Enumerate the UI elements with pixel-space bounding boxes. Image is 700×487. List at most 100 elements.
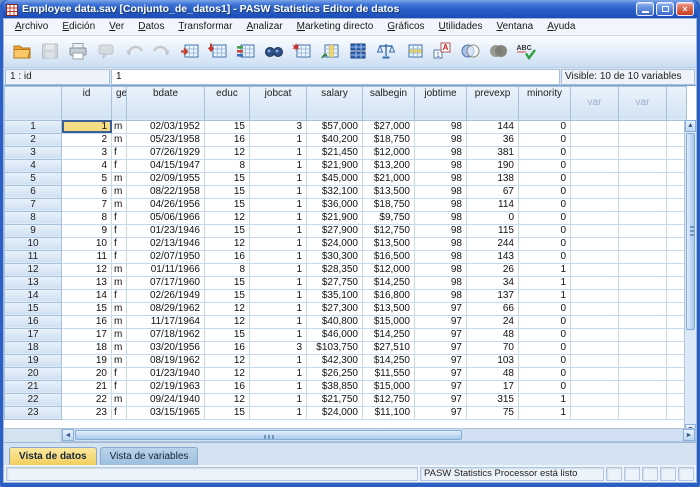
menu-analizar[interactable]: Analizar <box>239 20 289 33</box>
cell-educ-10[interactable]: 12 <box>205 237 250 250</box>
cell-var2-23[interactable] <box>619 406 667 419</box>
cell-minority-17[interactable]: 0 <box>519 328 571 341</box>
cell-salbegin-21[interactable]: $15,000 <box>363 380 415 393</box>
cell-prevexp-11[interactable]: 143 <box>467 250 519 263</box>
open-file-icon[interactable] <box>8 39 35 64</box>
cell-bdate-10[interactable]: 02/13/1946 <box>127 237 205 250</box>
cell-jobcat-2[interactable]: 1 <box>250 133 307 146</box>
cell-gender-5[interactable]: m <box>112 172 127 185</box>
row-header-11[interactable]: 11 <box>5 250 62 263</box>
cell-bdate-17[interactable]: 07/18/1962 <box>127 328 205 341</box>
cell-salary-4[interactable]: $21,900 <box>307 159 363 172</box>
column-header-jobtime[interactable]: jobtime <box>415 86 467 120</box>
cell-id-2[interactable]: 2 <box>62 133 112 146</box>
cell-salbegin-15[interactable]: $13,500 <box>363 302 415 315</box>
cell-var2-19[interactable] <box>619 354 667 367</box>
cell-salbegin-2[interactable]: $18,750 <box>363 133 415 146</box>
cell-var2-16[interactable] <box>619 315 667 328</box>
cell-minority-4[interactable]: 0 <box>519 159 571 172</box>
insert-cases-icon[interactable] <box>288 39 315 64</box>
cell-gender-2[interactable]: m <box>112 133 127 146</box>
cell-jobtime-8[interactable]: 98 <box>415 211 467 224</box>
cell-salbegin-5[interactable]: $21,000 <box>363 172 415 185</box>
cell-jobcat-4[interactable]: 1 <box>250 159 307 172</box>
row-header-22[interactable]: 22 <box>5 393 62 406</box>
menu-ventana[interactable]: Ventana <box>489 20 540 33</box>
cell-var1-13[interactable] <box>571 276 619 289</box>
row-header-3[interactable]: 3 <box>5 146 62 159</box>
cell-bdate-4[interactable]: 04/15/1947 <box>127 159 205 172</box>
cell-minority-15[interactable]: 0 <box>519 302 571 315</box>
cell-minority-21[interactable]: 0 <box>519 380 571 393</box>
cell-educ-15[interactable]: 12 <box>205 302 250 315</box>
cell-salary-13[interactable]: $27,750 <box>307 276 363 289</box>
cell-bdate-3[interactable]: 07/26/1929 <box>127 146 205 159</box>
cell-var1-18[interactable] <box>571 341 619 354</box>
cell-jobtime-6[interactable]: 98 <box>415 185 467 198</box>
cell-jobcat-18[interactable]: 3 <box>250 341 307 354</box>
column-header-salary[interactable]: salary <box>307 86 363 120</box>
cell-var1-15[interactable] <box>571 302 619 315</box>
cell-id-10[interactable]: 10 <box>62 237 112 250</box>
cell-jobtime-3[interactable]: 98 <box>415 146 467 159</box>
cell-jobcat-12[interactable]: 1 <box>250 263 307 276</box>
cell-gender-16[interactable]: m <box>112 315 127 328</box>
cell-jobtime-12[interactable]: 98 <box>415 263 467 276</box>
row-header-6[interactable]: 6 <box>5 185 62 198</box>
cell-prevexp-5[interactable]: 138 <box>467 172 519 185</box>
column-header-prevexp[interactable]: prevexp <box>467 86 519 120</box>
cell-bdate-8[interactable]: 05/06/1966 <box>127 211 205 224</box>
cell-minority-9[interactable]: 0 <box>519 224 571 237</box>
menu-transformar[interactable]: Transformar <box>171 20 239 33</box>
cell-salbegin-9[interactable]: $12,750 <box>363 224 415 237</box>
cell-minority-7[interactable]: 0 <box>519 198 571 211</box>
cell-salbegin-12[interactable]: $12,000 <box>363 263 415 276</box>
cell-var1-6[interactable] <box>571 185 619 198</box>
cell-minority-1[interactable]: 0 <box>519 120 571 133</box>
cell-jobcat-6[interactable]: 1 <box>250 185 307 198</box>
row-header-4[interactable]: 4 <box>5 159 62 172</box>
cell-prevexp-13[interactable]: 34 <box>467 276 519 289</box>
vertical-scroll-thumb[interactable] <box>686 133 695 330</box>
cell-salbegin-19[interactable]: $14,250 <box>363 354 415 367</box>
cell-jobtime-14[interactable]: 98 <box>415 289 467 302</box>
cell-bdate-19[interactable]: 08/19/1962 <box>127 354 205 367</box>
scroll-right-arrow-icon[interactable]: ► <box>683 429 695 441</box>
cell-bdate-9[interactable]: 01/23/1946 <box>127 224 205 237</box>
cell-id-5[interactable]: 5 <box>62 172 112 185</box>
cell-salary-8[interactable]: $21,900 <box>307 211 363 224</box>
cell-jobtime-4[interactable]: 98 <box>415 159 467 172</box>
close-button[interactable]: × <box>676 2 694 16</box>
cell-var1-19[interactable] <box>571 354 619 367</box>
cell-prevexp-16[interactable]: 24 <box>467 315 519 328</box>
cell-var2-11[interactable] <box>619 250 667 263</box>
cell-id-14[interactable]: 14 <box>62 289 112 302</box>
cell-id-22[interactable]: 22 <box>62 393 112 406</box>
cell-gender-3[interactable]: f <box>112 146 127 159</box>
cell-var2-9[interactable] <box>619 224 667 237</box>
cell-id-8[interactable]: 8 <box>62 211 112 224</box>
cell-salbegin-7[interactable]: $18,750 <box>363 198 415 211</box>
cell-jobcat-11[interactable]: 1 <box>250 250 307 263</box>
cell-var2-5[interactable] <box>619 172 667 185</box>
cell-var1-17[interactable] <box>571 328 619 341</box>
cell-jobtime-2[interactable]: 98 <box>415 133 467 146</box>
cell-jobcat-1[interactable]: 3 <box>250 120 307 133</box>
horizontal-scrollbar[interactable]: ◄ ► <box>61 428 696 442</box>
split-file-icon[interactable] <box>344 39 371 64</box>
cell-gender-21[interactable]: f <box>112 380 127 393</box>
cell-var2-14[interactable] <box>619 289 667 302</box>
cell-jobtime-7[interactable]: 98 <box>415 198 467 211</box>
cell-prevexp-18[interactable]: 70 <box>467 341 519 354</box>
row-header-7[interactable]: 7 <box>5 198 62 211</box>
cell-salbegin-6[interactable]: $13,500 <box>363 185 415 198</box>
column-header-educ[interactable]: educ <box>205 86 250 120</box>
cell-jobtime-22[interactable]: 97 <box>415 393 467 406</box>
cell-educ-21[interactable]: 16 <box>205 380 250 393</box>
cell-educ-11[interactable]: 16 <box>205 250 250 263</box>
cell-var2-17[interactable] <box>619 328 667 341</box>
selected-cell[interactable]: 1 <box>62 120 112 133</box>
cell-prevexp-20[interactable]: 48 <box>467 367 519 380</box>
cell-bdate-2[interactable]: 05/23/1958 <box>127 133 205 146</box>
cell-prevexp-4[interactable]: 190 <box>467 159 519 172</box>
